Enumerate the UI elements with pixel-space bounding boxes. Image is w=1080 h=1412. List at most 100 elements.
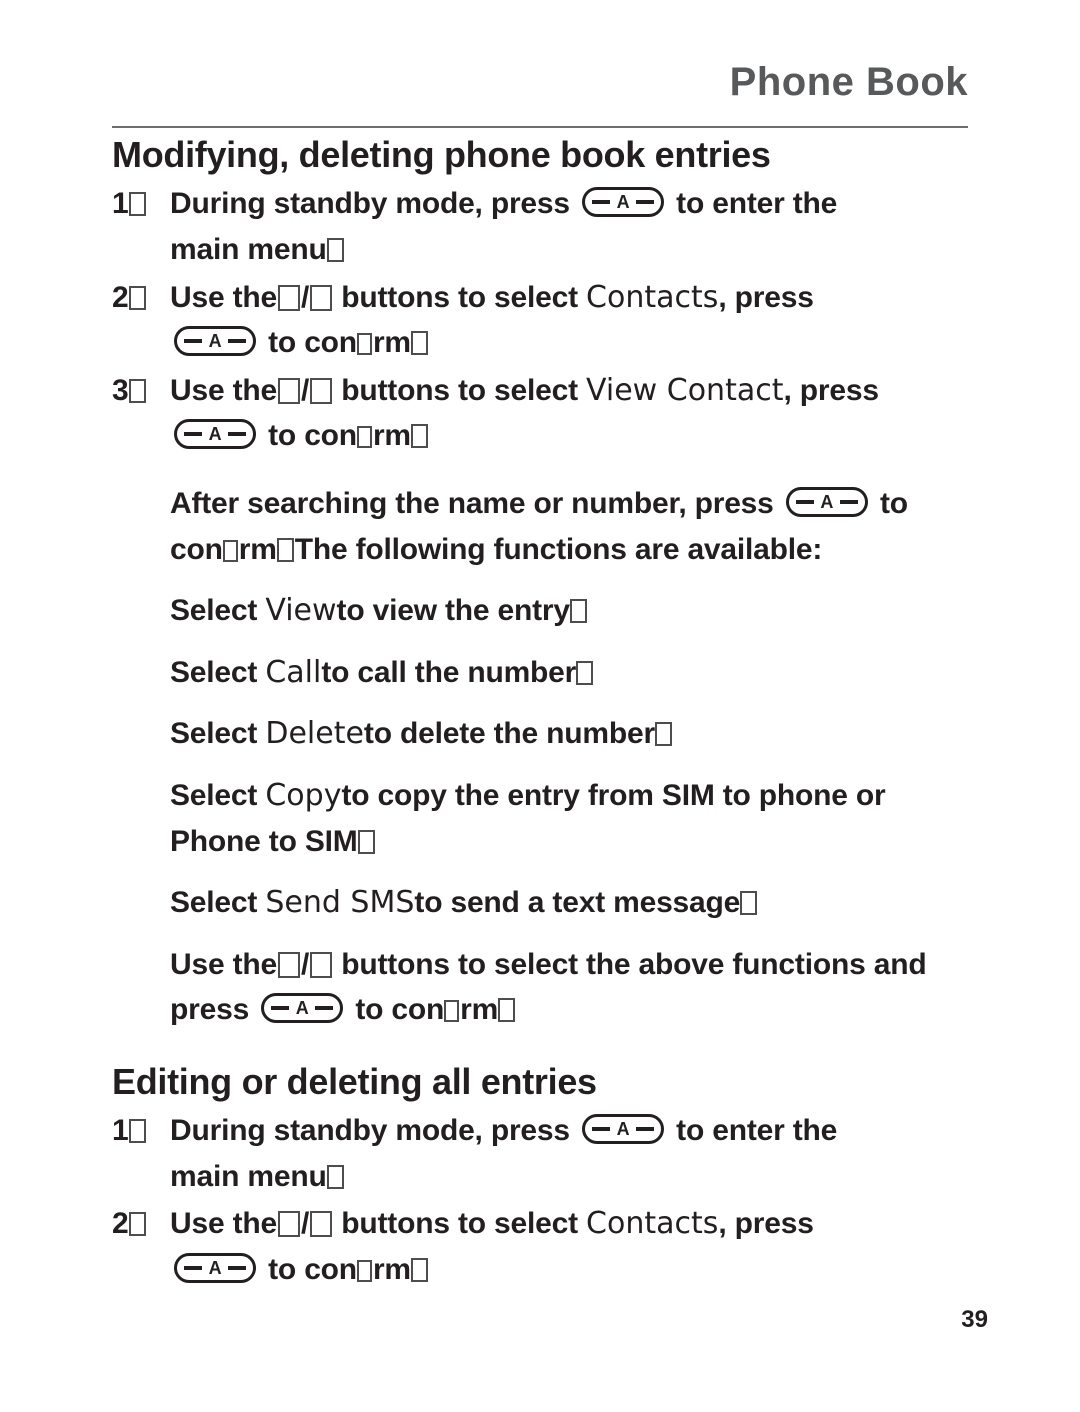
text-c: press [170, 993, 250, 1027]
option-view: Select Viewto view the entry [112, 588, 990, 634]
step-text-b: buttons to select [341, 1207, 578, 1241]
step-text-d: to con [268, 419, 357, 453]
step-number: 1 [112, 1108, 162, 1154]
slash: / [300, 280, 310, 314]
text-a: Select [170, 886, 258, 920]
option-delete: Select Deleteto delete the number [112, 711, 990, 757]
text-e: rm [460, 993, 499, 1027]
period-glyph [740, 891, 758, 916]
page-header: Phone Book [112, 62, 968, 128]
step-text-b: to enter the [676, 187, 838, 221]
ok-menu-key-icon: A [582, 187, 665, 218]
text-b: to delete the number [363, 717, 655, 751]
step-item-cont: A to con rm [112, 1247, 990, 1293]
step-text-e: rm [372, 419, 411, 453]
step-item: 3 Use the / buttons to select View Contac… [112, 368, 990, 414]
step-item: 1 During standby mode, press A to enter … [112, 181, 990, 227]
text-c: con [170, 532, 223, 566]
step-number: 3 [112, 368, 162, 414]
paragraph-use-buttons-cont: press A to con rm [112, 987, 990, 1033]
step-text-c: , press [718, 1207, 814, 1241]
text-c: Phone to SIM [170, 824, 358, 858]
slash: / [300, 947, 310, 981]
step-text-d: to con [268, 1253, 357, 1287]
period-glyph [410, 1258, 428, 1283]
step-text-a: Use the [170, 280, 277, 314]
ok-menu-key-icon: A [174, 326, 256, 357]
page-number: 39 [961, 1306, 988, 1333]
text-b: to call the number [321, 655, 577, 689]
ok-menu-key-icon: A [582, 1114, 665, 1145]
menu-name: Send SMS [265, 885, 415, 921]
menu-name: Call [265, 654, 322, 690]
section-heading-modifying: Modifying, deleting phone book entries [112, 134, 771, 175]
text-b: to copy the entry from SIM to phone or [341, 778, 886, 812]
header-divider [112, 126, 968, 128]
step-number: 2 [112, 1201, 162, 1247]
text-d: to con [355, 993, 445, 1027]
slash: / [300, 373, 310, 407]
page-content: Modifying, deleting phone book entries 1… [112, 134, 990, 1295]
nav-up-key-icon [277, 284, 300, 311]
step-number: 2 [112, 275, 162, 321]
step-text-c: main menu [170, 1159, 327, 1193]
fi-ligature-glyph [222, 539, 238, 562]
nav-down-key-icon [310, 1211, 333, 1238]
section-heading-editing: Editing or deleting all entries [112, 1060, 597, 1102]
fi-ligature-glyph [444, 1000, 460, 1023]
slash: / [300, 1207, 310, 1241]
ok-menu-key-icon: A [174, 419, 256, 450]
ok-menu-key-icon: A [785, 486, 868, 517]
period-glyph [128, 285, 146, 310]
text-a: Use the [170, 947, 277, 981]
option-call: Select Callto call the number [112, 650, 990, 696]
option-copy-cont: Phone to SIM [112, 819, 990, 865]
period-glyph [326, 1164, 344, 1189]
menu-name: Contacts [586, 1206, 719, 1242]
step-number: 1 [112, 181, 162, 227]
text-b: to [879, 486, 908, 520]
period-glyph [569, 599, 587, 624]
fi-ligature-glyph [356, 426, 372, 449]
period-glyph [128, 1119, 146, 1144]
period-glyph [276, 537, 294, 562]
period-glyph [576, 660, 594, 685]
text-e: The following functions are available: [294, 532, 823, 566]
step-item-cont: main menu [112, 227, 990, 273]
step-item: 1 During standby mode, press A to enter … [112, 1108, 990, 1154]
step-text-e: rm [372, 1253, 411, 1287]
step-text-c: , press [718, 280, 814, 314]
step-text-a: During standby mode, press [170, 187, 570, 221]
text-b: buttons to select the above functions an… [341, 947, 927, 981]
paragraph-use-buttons: Use the / buttons to select the above fun… [112, 942, 990, 988]
step-item-cont: main menu [112, 1154, 990, 1200]
step-text-b: buttons to select [341, 280, 578, 314]
text-a: Select [170, 717, 258, 751]
nav-down-key-icon [310, 284, 333, 311]
step-item: 2 Use the / buttons to select Contacts, p… [112, 275, 990, 321]
option-copy: Select Copyto copy the entry from SIM to… [112, 773, 990, 819]
period-glyph [326, 237, 344, 262]
step-text-a: During standby mode, press [170, 1114, 570, 1148]
menu-name: Contacts [586, 279, 719, 315]
text-b: to send a text message [414, 886, 741, 920]
nav-up-key-icon [277, 1211, 300, 1238]
text-a: Select [170, 778, 258, 812]
menu-name: Delete [265, 716, 364, 752]
step-text-c: , press [783, 373, 879, 407]
text-a: Select [170, 594, 258, 628]
ok-menu-key-icon: A [261, 993, 344, 1024]
step-text-a: Use the [170, 1207, 277, 1241]
text-a: After searching the name or number, pres… [170, 486, 774, 520]
nav-down-key-icon [310, 951, 333, 978]
paragraph-after-search: After searching the name or number, pres… [112, 481, 990, 527]
period-glyph [128, 1212, 146, 1237]
fi-ligature-glyph [356, 333, 372, 356]
period-glyph [498, 998, 516, 1023]
step-item-cont: A to con rm [112, 320, 990, 366]
